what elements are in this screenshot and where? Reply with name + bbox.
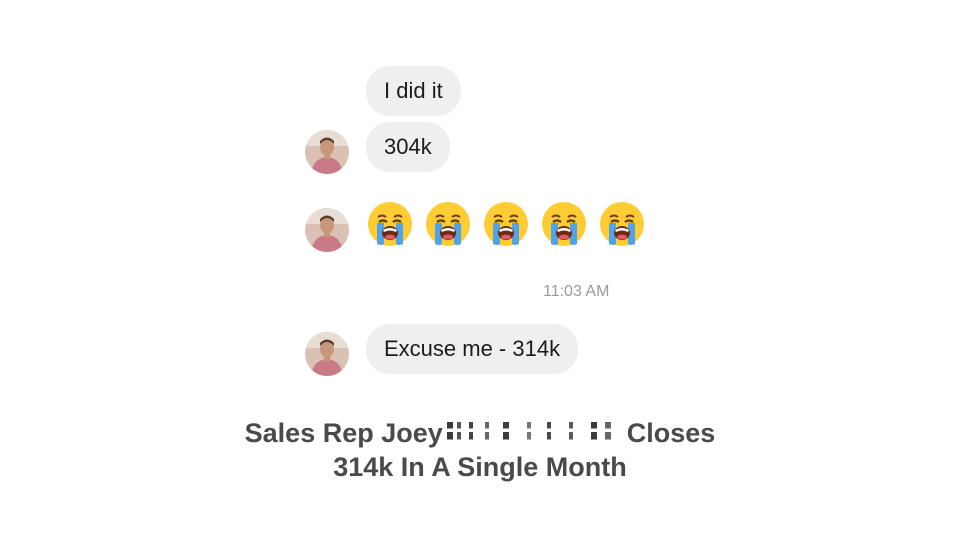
caption-prefix: Sales Rep Joey bbox=[244, 418, 443, 448]
message-text: I did it bbox=[384, 78, 443, 103]
caption-suffix: Closes bbox=[626, 418, 716, 448]
profile-photo-icon bbox=[305, 332, 349, 376]
message-bubble-3: Excuse me - 314k bbox=[366, 324, 579, 374]
message-text: 304k bbox=[384, 134, 432, 159]
message-text: Excuse me - 314k bbox=[384, 336, 561, 361]
loudly-crying-face-icon bbox=[368, 202, 412, 246]
profile-photo-icon bbox=[305, 208, 349, 252]
loudly-crying-face-icon bbox=[426, 202, 470, 246]
caption-line-1: Sales Rep Joey Closes bbox=[0, 418, 960, 449]
message-bubble-2: 304k bbox=[366, 122, 450, 172]
loudly-crying-face-icon bbox=[484, 202, 528, 246]
message-bubble-1: I did it bbox=[366, 66, 461, 116]
caption-line-2: 314k In A Single Month bbox=[333, 452, 627, 482]
avatar[interactable] bbox=[305, 130, 349, 174]
emoji-message bbox=[366, 200, 646, 248]
message-timestamp: 11:03 AM bbox=[543, 283, 610, 300]
loudly-crying-face-icon bbox=[542, 202, 586, 246]
redacted-name bbox=[446, 422, 623, 444]
avatar[interactable] bbox=[305, 332, 349, 376]
loudly-crying-face-icon bbox=[600, 202, 644, 246]
chat-screenshot: I did it 304k 11:03 AM Excuse me - 314k … bbox=[0, 0, 960, 540]
avatar[interactable] bbox=[305, 208, 349, 252]
profile-photo-icon bbox=[305, 130, 349, 174]
